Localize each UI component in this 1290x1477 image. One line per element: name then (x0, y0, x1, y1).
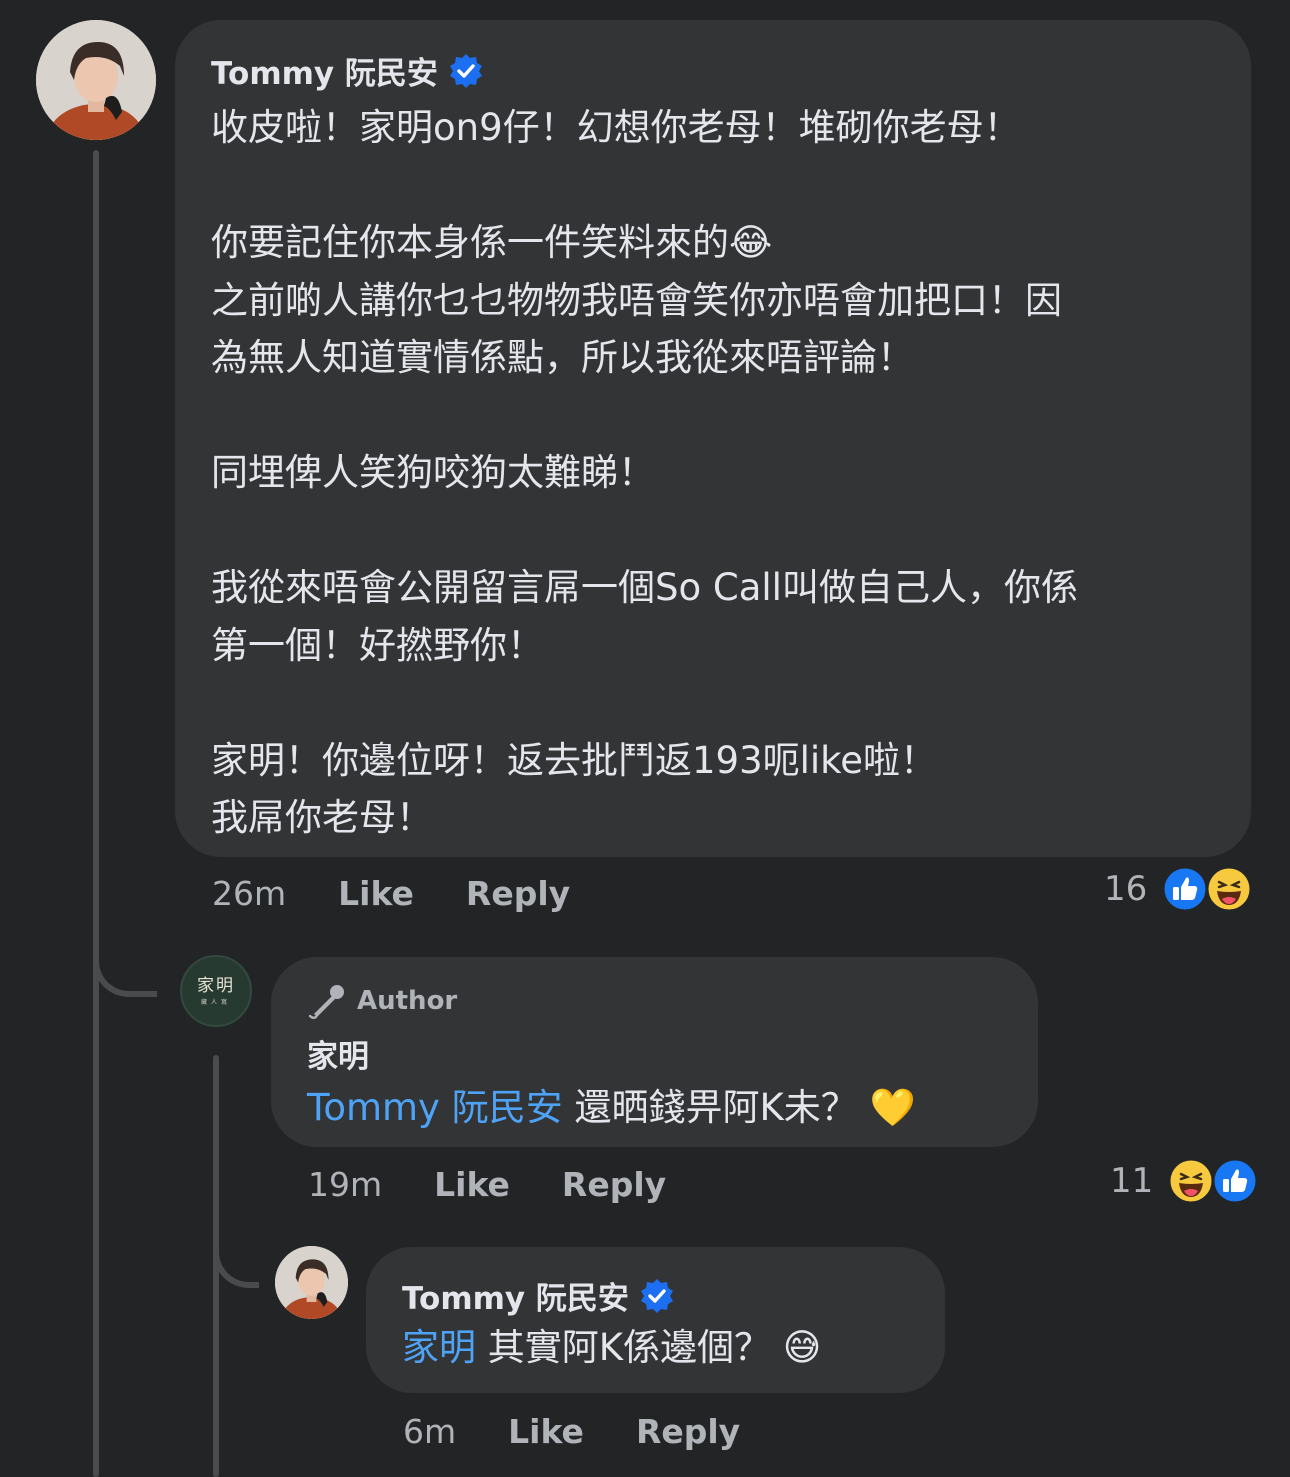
comment-author-name[interactable]: Tommy 阮民安 (211, 48, 438, 93)
author-badge-label: Author (357, 986, 458, 1016)
reaction-count: 11 (1110, 1161, 1154, 1201)
comment-text-body: 其實阿K係邊個？ 😅 (476, 1326, 822, 1369)
microphone-icon (308, 985, 344, 1019)
comment-actions-3: 6m Like Reply (403, 1408, 740, 1454)
avatar-brand-subtext: 藏人寫 (200, 998, 231, 1006)
reaction-summary-1[interactable]: 16 (1104, 865, 1253, 913)
reply-button[interactable]: Reply (466, 874, 570, 913)
like-icon (1211, 1157, 1259, 1205)
comment-text-body: 還晒錢畀阿K未？ 💛 (562, 1086, 916, 1129)
comment-actions-1: 26m Like Reply (212, 870, 570, 916)
comment-text: 收皮啦！家明on9仔！幻想你老母！堆砌你老母！ 你要記住你本身係一件笑料來的😂 … (211, 106, 1078, 839)
verified-badge-icon (639, 1278, 675, 1314)
comment-author-name[interactable]: Tommy 阮民安 (402, 1273, 629, 1318)
mention-link[interactable]: 家明 (402, 1326, 476, 1369)
comment-text: 家明 其實阿K係邊個？ 😅 (402, 1322, 909, 1374)
reaction-summary-2[interactable]: 11 (1110, 1157, 1259, 1205)
profile-photo (275, 1246, 348, 1319)
author-badge: Author (307, 983, 1002, 1019)
profile-photo (36, 20, 156, 140)
comment-bubble-2: Author 家明 Tommy 阮民安 還晒錢畀阿K未？ 💛 (271, 957, 1038, 1147)
like-button[interactable]: Like (508, 1412, 584, 1451)
haha-icon (1205, 865, 1253, 913)
comment-thread: Tommy 阮民安 收皮啦！家明on9仔！幻想你老母！堆砌你老母！ 你要記住你本… (0, 0, 1290, 1477)
comment-timestamp: 19m (308, 1164, 383, 1204)
comment-timestamp: 26m (212, 873, 287, 913)
thread-connector-reply-1 (93, 900, 157, 997)
avatar-ka-ming[interactable]: 家明 藏人寫 (180, 955, 252, 1027)
reply-button[interactable]: Reply (636, 1412, 740, 1451)
verified-badge-icon (448, 53, 484, 89)
thread-connector-reply-2 (213, 1200, 259, 1288)
reply-button[interactable]: Reply (562, 1165, 666, 1204)
comment-bubble-3: Tommy 阮民安 家明 其實阿K係邊個？ 😅 (366, 1247, 945, 1393)
comment-actions-2: 19m Like Reply (308, 1161, 666, 1207)
avatar-tommy[interactable] (36, 20, 156, 140)
comment-timestamp: 6m (403, 1411, 457, 1451)
reaction-count: 16 (1104, 869, 1148, 909)
haha-icon (1167, 1157, 1215, 1205)
avatar-brand-text: 家明 (197, 975, 235, 996)
mention-link[interactable]: Tommy 阮民安 (307, 1086, 563, 1129)
thread-line-main (93, 150, 99, 1477)
comment-text: Tommy 阮民安 還晒錢畀阿K未？ 💛 (307, 1082, 1002, 1134)
comment-bubble-1: Tommy 阮民安 收皮啦！家明on9仔！幻想你老母！堆砌你老母！ 你要記住你本… (175, 20, 1251, 857)
comment-author-name[interactable]: 家明 (307, 1031, 1002, 1076)
like-button[interactable]: Like (338, 874, 414, 913)
avatar-tommy[interactable] (275, 1246, 348, 1319)
like-button[interactable]: Like (434, 1165, 510, 1204)
like-icon (1161, 865, 1209, 913)
